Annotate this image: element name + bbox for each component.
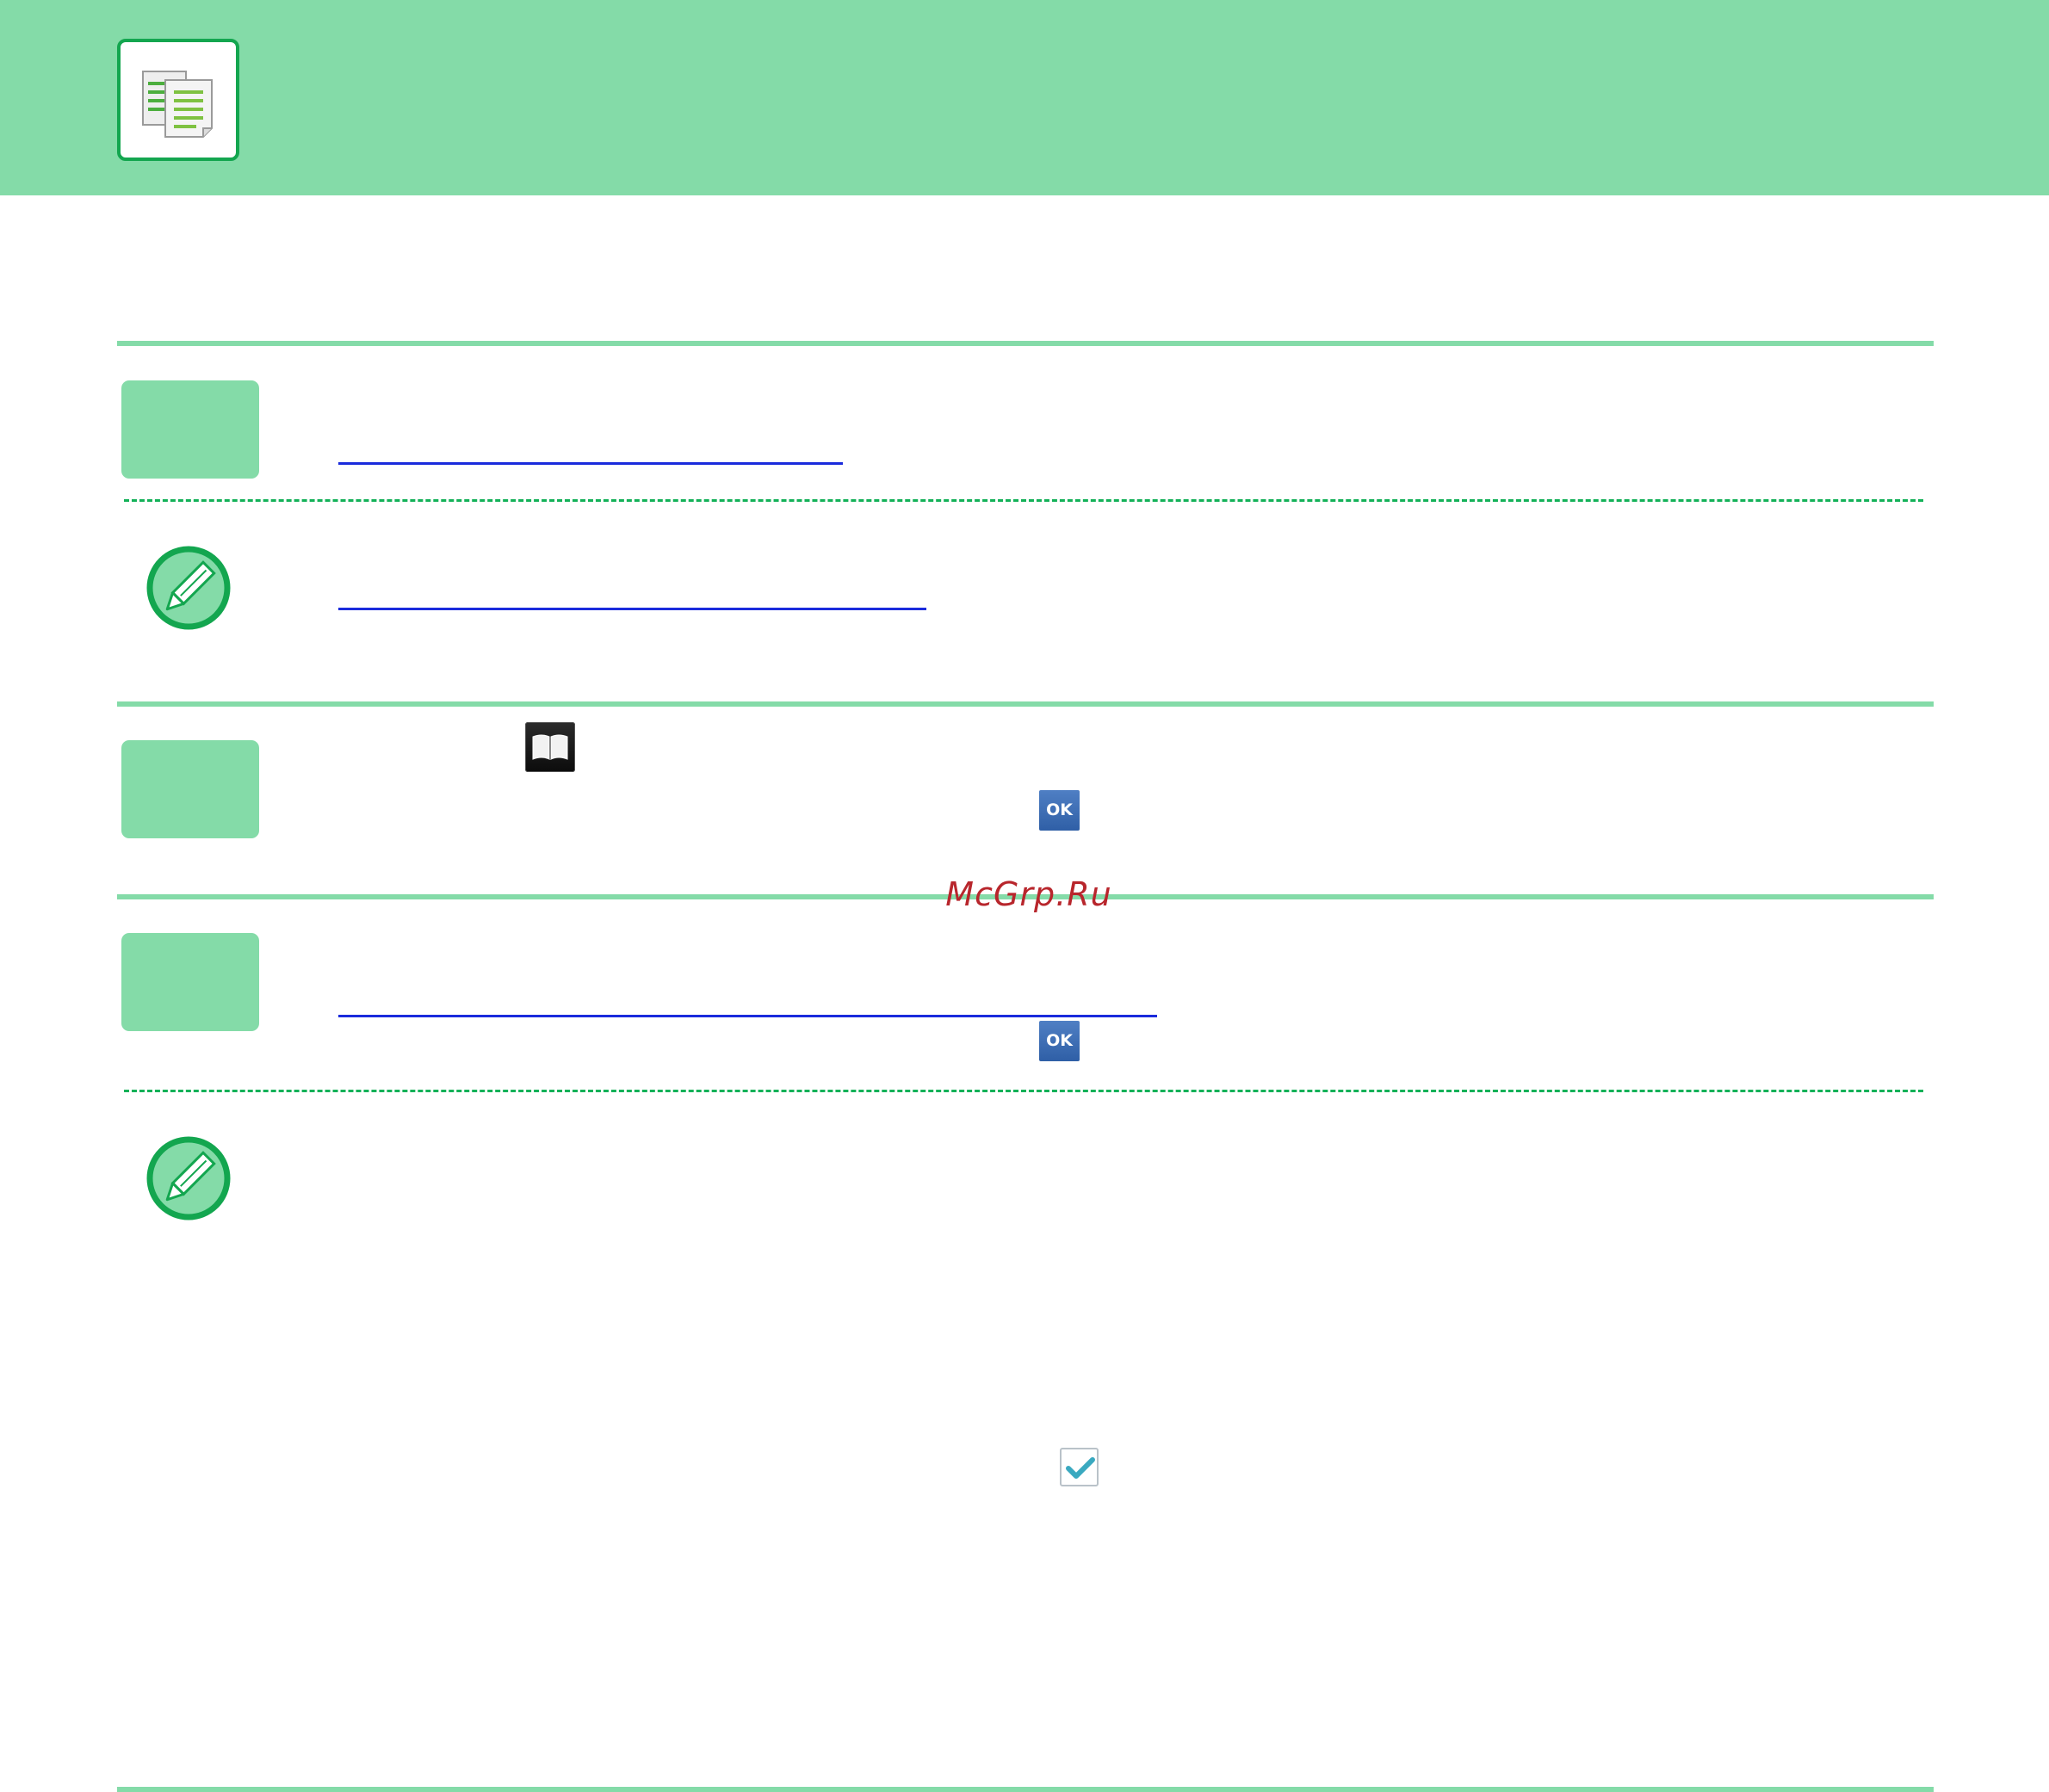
checkbox-checked-icon	[1060, 1448, 1099, 1486]
step-3-link[interactable]	[338, 1015, 1157, 1017]
note-divider	[124, 499, 1923, 502]
section-divider	[117, 1787, 1934, 1792]
step-2-box	[121, 740, 259, 838]
note-1-link[interactable]	[338, 608, 926, 610]
step-1-link[interactable]	[338, 462, 843, 465]
note-divider	[124, 1090, 1923, 1092]
ok-key-icon: OK	[1039, 1021, 1080, 1061]
pencil-note-icon	[146, 1136, 231, 1220]
ok-key-icon: OK	[1039, 790, 1080, 831]
watermark: McGrp.Ru	[945, 875, 1112, 913]
pencil-note-icon	[146, 546, 231, 630]
book-icon	[525, 722, 575, 772]
header-band	[0, 0, 2049, 195]
section-divider	[117, 341, 1934, 346]
section-divider	[117, 701, 1934, 707]
copy-icon	[117, 39, 239, 161]
step-1-box	[121, 380, 259, 479]
step-3-box	[121, 933, 259, 1031]
